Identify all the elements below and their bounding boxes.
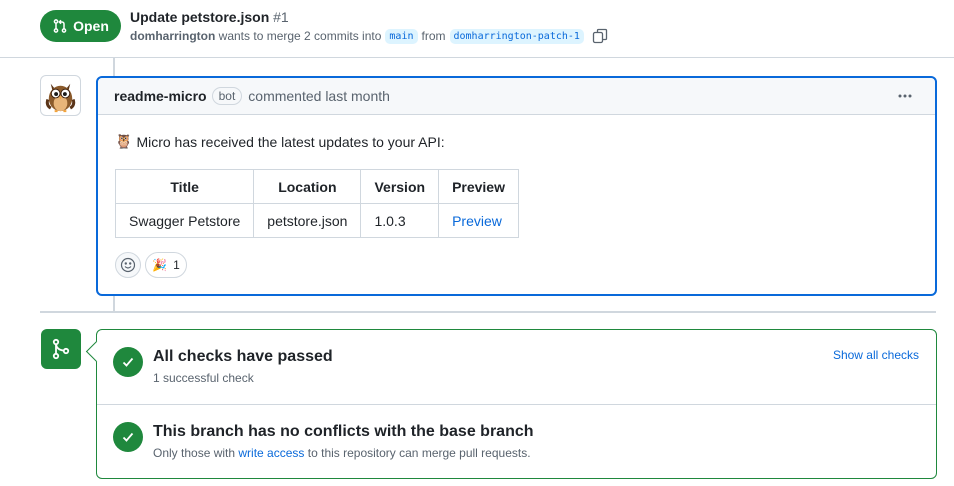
table-header: Version: [360, 169, 440, 204]
base-branch[interactable]: main: [385, 28, 418, 44]
merge-status-box: All checks have passed 1 successful chec…: [96, 329, 937, 479]
checks-subtitle: 1 successful check: [153, 371, 254, 385]
pr-header: Open Update petstore.json #1 domharringt…: [0, 0, 954, 58]
pull-request-icon: [53, 19, 67, 33]
pr-title-text: Update petstore.json: [130, 9, 270, 25]
table-header: Location: [253, 169, 362, 204]
tada-count: 1: [173, 258, 180, 272]
comment-header: readme-micro bot commented last month: [98, 78, 935, 115]
timeline-divider: [40, 311, 936, 313]
show-all-checks-link[interactable]: Show all checks: [833, 348, 919, 362]
more-options-icon[interactable]: [895, 86, 915, 106]
check-passed-icon: [113, 347, 143, 377]
table-header: Preview: [438, 169, 519, 204]
conflicts-title: This branch has no conflicts with the ba…: [153, 423, 534, 440]
table-cell-title: Swagger Petstore: [114, 203, 255, 238]
table-cell-location: petstore.json: [253, 203, 362, 238]
api-table: Title Location Version Preview Swagger P…: [114, 169, 519, 238]
pr-author[interactable]: domharrington: [130, 29, 215, 43]
table-cell-version: 1.0.3: [360, 203, 440, 238]
conflicts-sub-suffix: to this repository can merge pull reques…: [307, 446, 531, 460]
tada-reaction-button[interactable]: 🎉 1: [145, 252, 187, 278]
checks-title: All checks have passed: [153, 348, 333, 365]
pr-title[interactable]: Update petstore.json #1: [130, 9, 289, 25]
git-merge-icon: [41, 329, 81, 369]
pr-state-label: Open: [73, 18, 109, 34]
add-reaction-button[interactable]: [115, 252, 141, 278]
checks-section: All checks have passed 1 successful chec…: [97, 330, 936, 405]
conflicts-sub-prefix: Only those with: [153, 446, 236, 460]
pr-state-badge: Open: [40, 10, 121, 42]
conflicts-subtitle: Only those with write access to this rep…: [153, 446, 531, 460]
write-access-link[interactable]: write access: [238, 446, 304, 460]
table-header-row: Title Location Version Preview: [114, 169, 519, 204]
table-header: Title: [114, 169, 255, 204]
comment-message-text: Micro has received the latest updates to…: [136, 133, 445, 150]
copy-icon[interactable]: [592, 28, 608, 44]
head-branch[interactable]: domharrington-patch-1: [449, 28, 584, 44]
no-conflicts-icon: [113, 422, 143, 452]
table-cell-preview: Preview: [438, 203, 519, 238]
table-row: Swagger Petstore petstore.json 1.0.3 Pre…: [114, 203, 519, 238]
tada-icon: 🎉: [152, 258, 168, 272]
comment-author[interactable]: readme-micro: [114, 88, 207, 104]
reactions-bar: 🎉 1: [115, 252, 187, 278]
owl-emoji-icon: 🦉: [115, 133, 133, 149]
comment-message: 🦉 Micro has received the latest updates …: [115, 133, 445, 150]
bot-comment: readme-micro bot commented last month 🦉 …: [96, 76, 937, 296]
bot-badge: bot: [211, 87, 243, 105]
pr-meta: domharrington wants to merge 2 commits i…: [130, 28, 608, 44]
preview-link[interactable]: Preview: [452, 213, 502, 229]
from-text: from: [421, 29, 446, 43]
smiley-icon: [120, 257, 136, 273]
owl-avatar[interactable]: [40, 75, 81, 116]
comment-action[interactable]: commented last month: [248, 88, 390, 104]
pr-number: #1: [273, 9, 289, 25]
pr-meta-text: wants to merge 2 commits into: [218, 29, 382, 43]
conflicts-section: This branch has no conflicts with the ba…: [97, 405, 936, 478]
